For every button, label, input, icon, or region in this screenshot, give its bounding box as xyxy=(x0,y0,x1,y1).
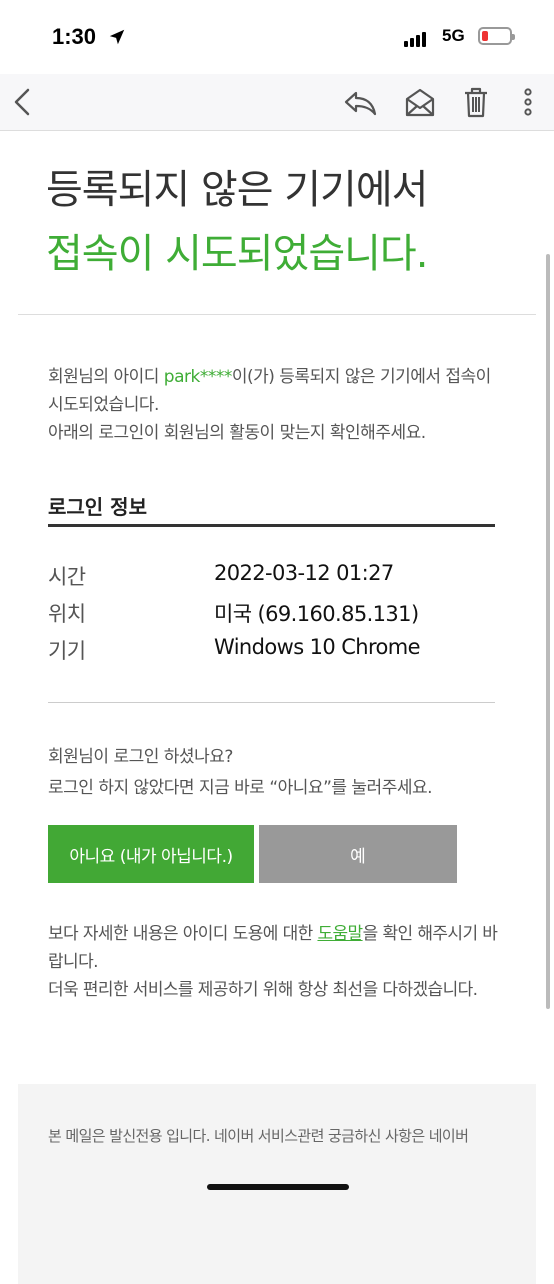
network-type: 5G xyxy=(442,26,465,45)
intro-text: 회원님의 아이디 park****이(가) 등록되지 않은 기기에서 접속이 시… xyxy=(48,367,491,443)
question-text: 회원님이 로그인 하셨나요? 로그인 하지 않았다면 지금 바로 “아니요”를 … xyxy=(48,747,433,798)
status-time: 1:30 xyxy=(52,24,97,49)
back-button[interactable] xyxy=(6,84,42,120)
divider xyxy=(48,702,495,703)
delete-button[interactable] xyxy=(458,84,494,120)
divider xyxy=(18,314,536,315)
open-envelope-icon xyxy=(405,88,435,117)
section-divider xyxy=(48,524,495,527)
headline-line2: 접속이 시도되었습니다. xyxy=(46,231,428,277)
signal-icon xyxy=(404,28,428,47)
help-link[interactable]: 도움말 xyxy=(317,924,363,944)
yes-button[interactable]: 예 xyxy=(259,825,457,883)
reply-icon xyxy=(344,91,377,116)
location-arrow-icon xyxy=(109,29,125,45)
mark-read-button[interactable] xyxy=(402,84,438,120)
not-me-button[interactable]: 아니요 (내가 아닙니다.) xyxy=(48,825,254,883)
status-bar: 1:30 5G xyxy=(0,0,554,74)
info-row-time: 시간 2022-03-12 01:27 xyxy=(48,561,394,589)
scrollbar[interactable] xyxy=(546,254,550,1009)
info-row-device: 기기 Windows 10 Chrome xyxy=(48,635,421,663)
more-vertical-icon xyxy=(524,88,532,116)
info-row-location: 위치 미국 (69.160.85.131) xyxy=(48,602,419,626)
login-info-title: 로그인 정보 xyxy=(48,495,147,519)
trash-icon xyxy=(465,87,487,118)
headline-line1: 등록되지 않은 기기에서 xyxy=(46,167,428,213)
mail-toolbar xyxy=(0,74,554,131)
footer-text: 본 메일은 발신전용 입니다. 네이버 서비스관련 궁금하신 사항은 네이버 xyxy=(48,1127,469,1145)
battery-icon xyxy=(478,27,515,45)
more-button[interactable] xyxy=(510,84,546,120)
home-indicator[interactable] xyxy=(207,1184,349,1190)
detail-text: 보다 자세한 내용은 아이디 도용에 대한 도움말을 확인 해주시기 바랍니다.… xyxy=(48,924,498,1000)
chevron-left-icon xyxy=(14,88,30,116)
user-id: park**** xyxy=(163,367,233,387)
reply-button[interactable] xyxy=(342,84,378,120)
